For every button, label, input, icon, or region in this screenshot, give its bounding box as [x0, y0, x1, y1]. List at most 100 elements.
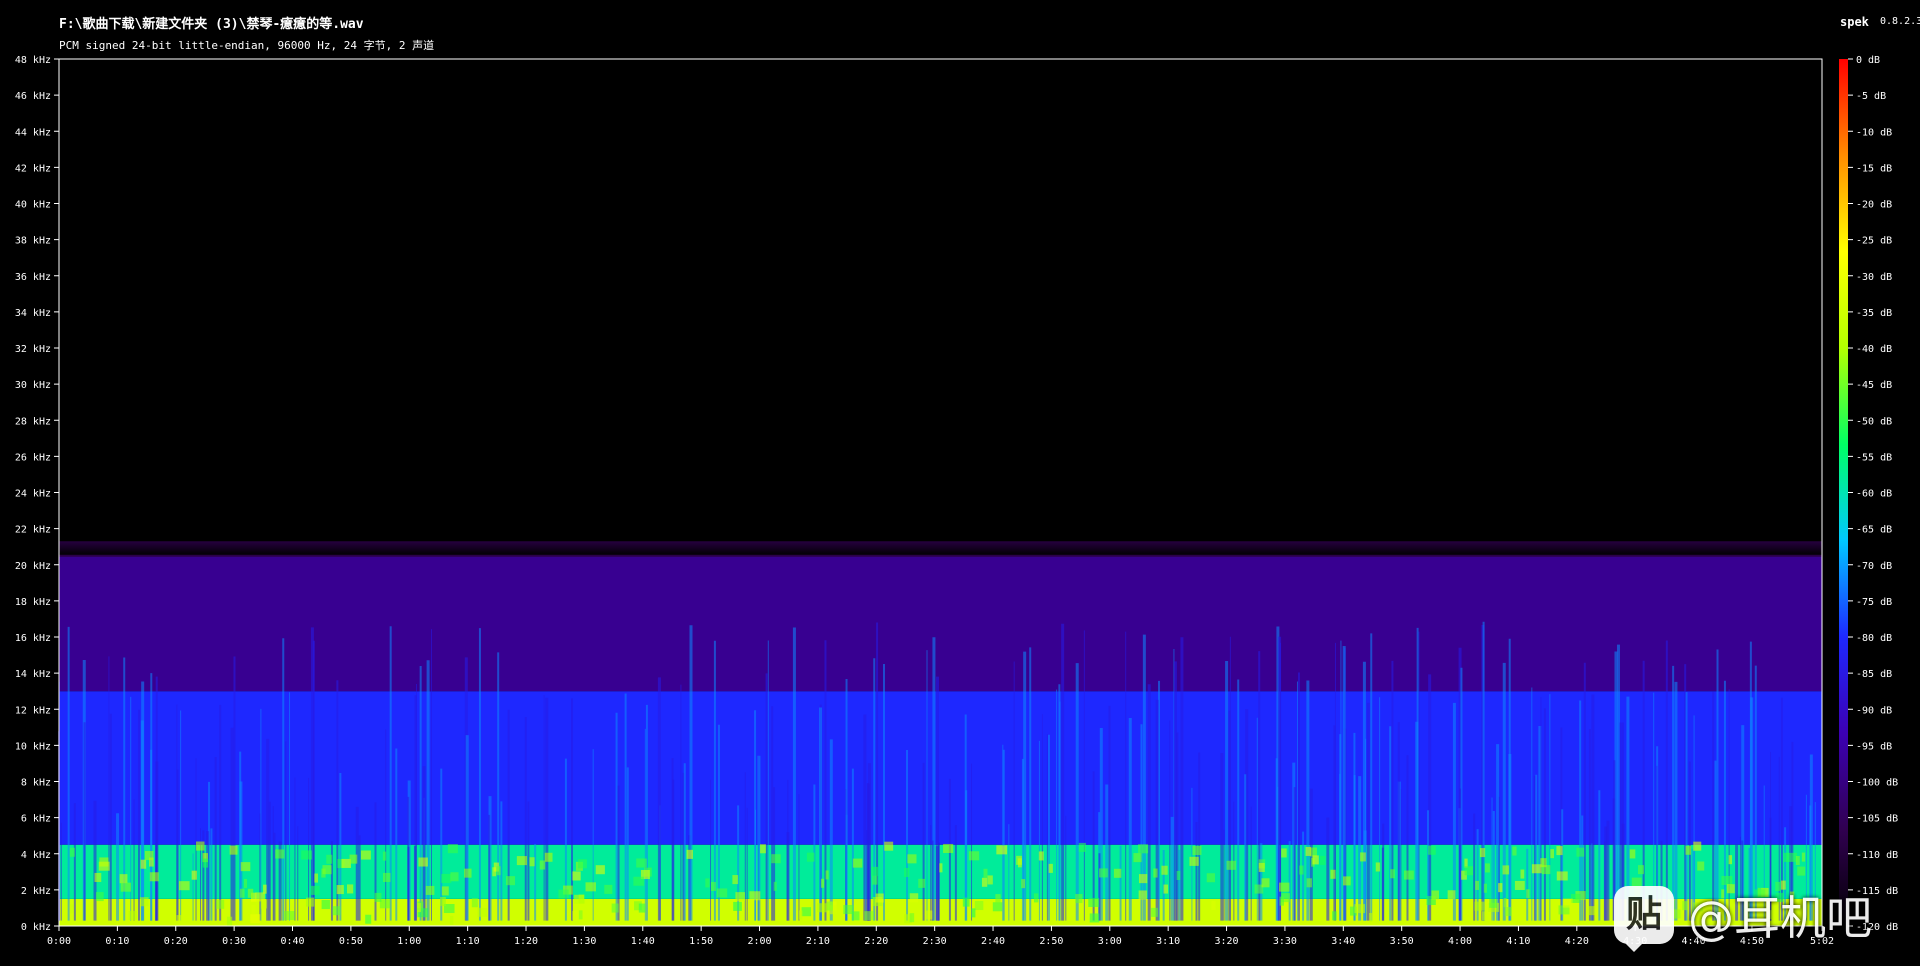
energy-blob	[1226, 860, 1236, 870]
energy-blob	[94, 872, 102, 882]
energy-blob	[332, 906, 341, 916]
energy-blob	[140, 897, 149, 907]
energy-blob	[176, 915, 184, 925]
y-tick-label: 4 kHz	[21, 850, 51, 861]
energy-blob	[1427, 845, 1436, 855]
energy-blob	[1258, 862, 1265, 872]
energy-blob	[69, 904, 74, 914]
energy-blob	[771, 854, 781, 864]
energy-blob	[1299, 865, 1304, 875]
energy-blob	[374, 892, 382, 902]
colorbar-label: -105 dB	[1856, 814, 1898, 825]
energy-blob	[336, 885, 344, 895]
y-tick-label: 12 kHz	[15, 705, 51, 716]
energy-blob	[464, 868, 472, 878]
energy-blob	[1016, 855, 1022, 865]
spectrogram-window: F:\歌曲下载\新建文件夹 (3)\禁琴-癔癔的等.wav PCM signed…	[0, 0, 1920, 966]
energy-blob	[1483, 883, 1487, 893]
energy-blob	[732, 875, 739, 885]
x-tick-label: 1:40	[631, 936, 655, 947]
y-tick-label: 44 kHz	[15, 127, 51, 138]
colorbar-gradient	[1839, 59, 1848, 926]
energy-blob	[1211, 900, 1216, 910]
energy-blob	[195, 841, 205, 851]
energy-blob	[1342, 876, 1351, 886]
energy-blob	[1088, 897, 1100, 907]
energy-blob	[633, 876, 644, 886]
energy-blob	[305, 897, 315, 907]
energy-blob	[539, 860, 546, 870]
energy-blob	[321, 900, 330, 910]
x-tick-label: 0:50	[339, 936, 363, 947]
colorbar-label: -10 dB	[1856, 127, 1892, 138]
energy-blob	[578, 910, 583, 920]
energy-blob	[773, 881, 777, 891]
energy-blob	[749, 891, 761, 901]
energy-blob	[449, 915, 454, 925]
energy-blob	[1138, 874, 1148, 884]
energy-blob	[1133, 853, 1142, 863]
energy-blob	[1801, 852, 1806, 862]
energy-blob	[360, 850, 371, 860]
energy-blob	[572, 910, 578, 920]
energy-blob	[716, 888, 728, 898]
x-tick-label: 0:10	[105, 936, 129, 947]
energy-blob	[1305, 846, 1311, 856]
x-tick-label: 0:40	[280, 936, 304, 947]
energy-blob	[871, 866, 879, 876]
colorbar-label: -60 dB	[1856, 489, 1892, 500]
energy-blob	[909, 893, 919, 903]
energy-blob	[636, 858, 647, 868]
energy-blob	[801, 907, 812, 917]
x-tick-label: 3:30	[1273, 936, 1297, 947]
energy-blob	[477, 907, 488, 917]
energy-blob	[1562, 898, 1573, 908]
y-tick-label: 46 kHz	[15, 91, 51, 102]
energy-blob	[872, 875, 878, 885]
x-tick-label: 2:20	[864, 936, 888, 947]
energy-blob	[349, 854, 358, 864]
energy-blob	[907, 854, 917, 864]
energy-blob	[239, 888, 245, 898]
energy-blob	[1206, 873, 1215, 883]
db-colorbar: 0 dB -5 dB -10 dB -15 dB -20 dB -25 dB -30 dB -…	[1839, 55, 1898, 933]
energy-blob	[346, 884, 354, 894]
colorbar-label: -35 dB	[1856, 308, 1892, 319]
energy-blob	[1176, 870, 1181, 881]
energy-blob	[243, 878, 248, 888]
energy-blob	[247, 888, 254, 898]
energy-blob	[1375, 862, 1381, 872]
energy-blob	[544, 852, 553, 862]
y-tick-label: 14 kHz	[15, 669, 51, 680]
energy-blob	[1390, 869, 1395, 879]
energy-blob	[1512, 846, 1517, 856]
x-tick-label: 3:00	[1098, 936, 1122, 947]
energy-blob	[981, 877, 988, 887]
energy-blob	[1192, 845, 1202, 855]
x-tick-label: 0:00	[47, 936, 71, 947]
energy-blob	[1498, 883, 1503, 893]
y-tick-label: 0 kHz	[21, 922, 51, 933]
energy-blob	[971, 908, 976, 918]
energy-blob	[202, 858, 209, 868]
energy-blob	[1447, 890, 1456, 900]
energy-blob	[1360, 852, 1366, 862]
y-tick-label: 38 kHz	[15, 236, 51, 247]
energy-blob	[1503, 898, 1507, 908]
energy-blob	[1332, 911, 1337, 921]
energy-blob	[735, 892, 746, 902]
energy-blob	[1261, 878, 1270, 888]
energy-blob	[909, 913, 915, 923]
energy-blob	[301, 850, 312, 860]
energy-blob	[864, 911, 874, 921]
colorbar-label: 0 dB	[1856, 55, 1880, 66]
energy-blob	[1306, 878, 1312, 888]
energy-blob	[1078, 842, 1086, 852]
energy-blob	[1795, 856, 1800, 866]
colorbar-label: -90 dB	[1856, 705, 1892, 716]
energy-blob	[149, 872, 159, 882]
energy-blob	[578, 859, 587, 869]
colorbar-label: -45 dB	[1856, 380, 1892, 391]
energy-blob	[1479, 848, 1486, 858]
energy-blob	[1021, 879, 1026, 889]
